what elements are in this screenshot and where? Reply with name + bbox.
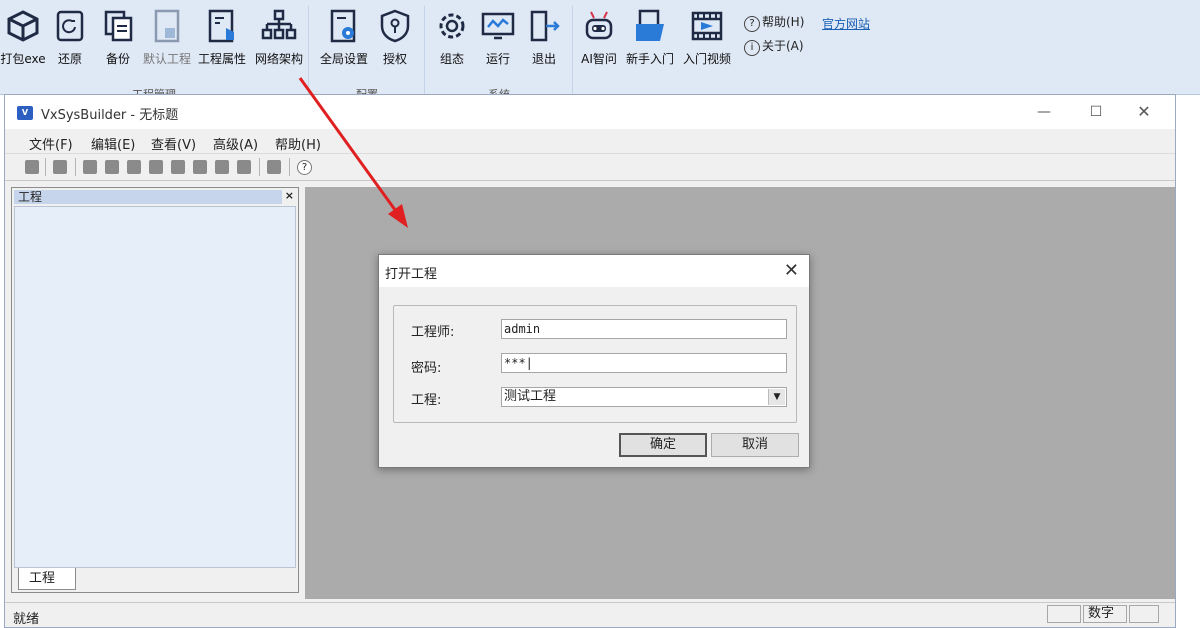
restore-button[interactable]: 还原 [50,4,90,70]
project-label: 工程: [411,393,442,408]
menu-file[interactable]: 文件(F) [29,134,73,153]
exit-door-icon [530,10,560,42]
config-button[interactable]: 组态 [432,4,472,70]
app-logo-icon: V [17,106,33,120]
ribbon: 工程管理 配置 系统 打包exe 还原 备份 默认工程 工程属性 网络架构 全局… [0,0,1200,95]
run-monitor-icon [481,12,515,40]
toolbar: ? [5,153,1175,181]
chevron-down-icon[interactable]: ▼ [768,389,785,405]
video-film-icon [691,11,723,41]
maximize-button[interactable]: ☐ [1081,101,1111,123]
add-screen-icon[interactable] [171,160,185,174]
status-bar: 就绪 数字 [5,602,1175,627]
config-gear-icon [439,13,465,39]
about-link[interactable]: i 关于(A) [744,37,804,56]
backup-copy-icon [104,10,133,42]
dialog-title: 打开工程 [385,267,438,282]
ribbon-group-label-system: 系统 [426,86,572,94]
title-bar: V VxSysBuilder - 无标题 — ☐ ✕ [5,95,1175,129]
ok-button[interactable]: 确定 [619,433,707,457]
question-icon: ? [744,16,760,32]
project-select[interactable]: 测试工程 ▼ [501,387,787,407]
default-project-button[interactable]: 默认工程 [140,4,194,70]
engineer-label: 工程师: [411,325,455,340]
menu-bar: 文件(F) 编辑(E) 查看(V) 高级(A) 帮助(H) [5,131,1175,153]
password-label: 密码: [411,361,442,376]
menu-advanced[interactable]: 高级(A) [213,134,258,153]
open-icon[interactable] [53,160,67,174]
network-tree-icon [261,9,297,40]
delete-icon[interactable] [267,160,281,174]
default-project-icon [154,9,180,43]
project-panel-header: 工程 [14,190,282,204]
password-field[interactable]: ***| [501,353,787,373]
window-title: VxSysBuilder - 无标题 [41,108,179,123]
dialog-title-bar: 打开工程 ✕ [379,255,809,287]
global-settings-icon [330,9,356,43]
help-icon[interactable]: ? [297,160,312,175]
restore-icon [56,10,84,42]
package-cube-icon [7,10,39,42]
project-panel: 工程 × 工程 [11,187,299,593]
tab-project[interactable]: 工程 [18,568,76,590]
add-node-icon[interactable] [83,160,97,174]
help-link[interactable]: ? 帮助(H) [744,13,804,32]
beginner-guide-button[interactable]: 新手入门 [622,4,678,70]
add-user-icon[interactable] [237,160,251,174]
license-button[interactable]: 授权 [374,4,416,70]
ribbon-group-label-config: 配置 [310,86,424,94]
license-shield-icon [380,9,410,43]
menu-edit[interactable]: 编辑(E) [91,134,135,153]
intro-video-button[interactable]: 入门视频 [680,4,734,70]
close-window-button[interactable]: ✕ [1129,101,1159,123]
project-properties-icon [208,9,234,43]
status-scroll-indicator [1129,605,1159,623]
minimize-button[interactable]: — [1029,101,1059,123]
status-text: 就绪 [13,612,40,627]
toolbar-separator [75,158,76,176]
open-project-dialog: 打开工程 ✕ 工程师: admin 密码: ***| 工程: 测试工程 ▼ 确定… [378,254,810,468]
toolbar-separator [289,158,290,176]
package-exe-button[interactable]: 打包exe [0,4,46,70]
add-point-icon[interactable] [149,160,163,174]
close-panel-icon[interactable]: × [285,189,294,202]
ai-robot-icon [585,11,613,40]
menu-view[interactable]: 查看(V) [151,134,196,153]
status-num-indicator: 数字 [1083,605,1127,623]
add-module-icon[interactable] [193,160,207,174]
beginner-guide-icon [636,9,664,41]
toolbar-separator [45,158,46,176]
project-tree[interactable] [14,206,296,568]
global-settings-button[interactable]: 全局设置 [316,4,372,70]
add-link-icon[interactable] [127,160,141,174]
backup-button[interactable]: 备份 [98,4,138,70]
new-file-icon[interactable] [25,160,39,174]
info-icon: i [744,40,760,56]
project-select-value: 测试工程 [504,389,557,404]
status-caps-indicator [1047,605,1081,623]
project-properties-button[interactable]: 工程属性 [194,4,250,70]
network-architecture-button[interactable]: 网络架构 [250,4,308,70]
add-device-icon[interactable] [105,160,119,174]
menu-help[interactable]: 帮助(H) [275,134,321,153]
toolbar-separator [259,158,260,176]
exit-button[interactable]: 退出 [524,4,564,70]
cancel-button[interactable]: 取消 [711,433,799,457]
ai-ask-button[interactable]: AI智问 [578,4,620,70]
dialog-close-icon[interactable]: ✕ [784,260,799,281]
official-website-link[interactable]: 官方网站 [822,15,870,32]
ribbon-group-label-project: 工程管理 [0,86,308,94]
engineer-field[interactable]: admin [501,319,787,339]
run-button[interactable]: 运行 [478,4,518,70]
add-group-icon[interactable] [215,160,229,174]
